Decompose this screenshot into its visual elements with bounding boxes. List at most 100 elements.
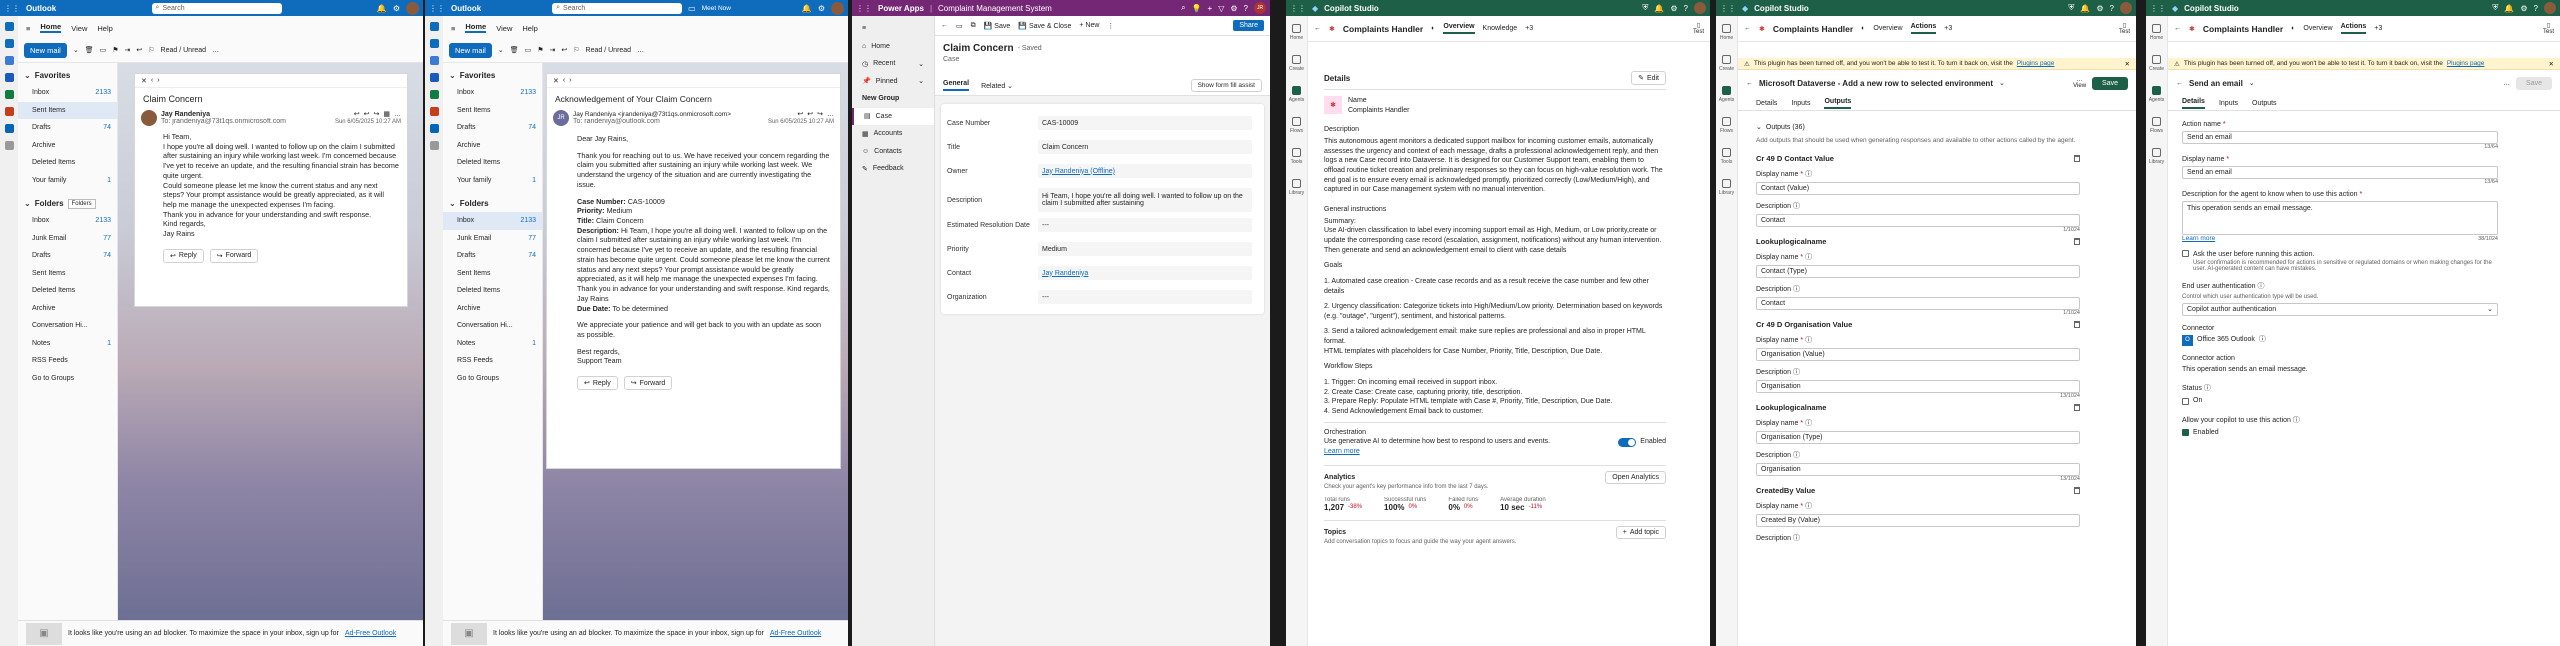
tab-overview[interactable]: Overview [2303,25,2332,32]
apps-icon[interactable]: ▦ [383,110,390,118]
tab-related[interactable]: Related ⌄ [981,82,1013,90]
shield-icon[interactable]: ⛨ [2492,3,2498,13]
mail-icon[interactable] [4,22,14,31]
powerpoint-icon[interactable] [429,107,439,116]
onedrive-icon[interactable] [429,124,439,133]
gear-icon[interactable]: ⚙ [1230,4,1237,13]
account-avatar[interactable] [1694,2,1706,14]
rules-icon[interactable]: ⚐ [148,46,154,54]
move-icon[interactable]: ⇥ [125,46,131,54]
add-icon[interactable]: + [1208,4,1213,13]
help-icon[interactable]: ? [1684,4,1688,13]
mail-icon[interactable] [429,22,439,31]
share-button[interactable]: Share [1233,20,1264,31]
sender-name[interactable]: Jay Randeniya <jrandeniya@73t1qs.onmicro… [573,111,731,118]
action-name-input[interactable]: Send an email [2182,131,2498,144]
word-icon[interactable] [429,73,439,82]
rail-agents[interactable]: Agents [1719,86,1734,103]
chevron-down-icon[interactable]: ⌄ [2249,79,2255,87]
report-icon[interactable]: ⚑ [112,46,118,54]
calendar-icon[interactable] [4,39,14,48]
shield-icon[interactable]: ⛨ [2068,3,2074,13]
tab-outputs[interactable]: Outputs [2252,100,2277,107]
rail-create[interactable]: Create [1289,55,1304,72]
folder-item[interactable]: Inbox 2133 [443,84,542,102]
folder-item[interactable]: Archive [443,300,542,318]
new-mail-button[interactable]: New mail [449,42,492,58]
add-topic-button[interactable]: + Add topic [1615,525,1666,539]
reply-all-icon[interactable]: ↩ [136,46,142,54]
account-avatar[interactable] [831,1,844,15]
close-icon[interactable]: ✕ [2549,60,2554,68]
display-name-input[interactable]: Organisation (Type) [1756,430,2080,444]
orchestration-toggle[interactable] [1618,437,1637,447]
account-avatar[interactable] [2544,2,2556,14]
ask-user-checkbox[interactable] [2182,250,2189,257]
search-box[interactable]: ⌕ Search [151,2,282,14]
popout-icon[interactable]: ⧉ [971,22,976,30]
display-name-input[interactable]: Contact (Type) [1756,264,2080,278]
outputs-header[interactable]: ⌄ Outputs (36) [1756,123,2080,133]
gear-icon[interactable]: ⚙ [2096,4,2103,13]
apps-icon[interactable] [429,141,439,150]
rail-tools[interactable]: Tools [1291,148,1302,165]
folder-item[interactable]: Your family 1 [18,172,117,190]
nav-home[interactable]: ⌂ Home [852,38,934,56]
shield-icon[interactable]: ⛨ [1642,3,1648,13]
delete-icon[interactable] [2074,486,2080,494]
folder-item[interactable]: Sent Items [18,101,117,119]
bell-icon[interactable]: 🔔 [377,4,387,13]
folder-item[interactable]: Notes 1 [443,335,542,353]
tab-general[interactable]: General [943,80,970,91]
display-name-input[interactable]: Organisation (Value) [1756,347,2080,361]
reply-icon[interactable]: ↩ [354,110,360,118]
more-icon[interactable]: ⋮ [1107,22,1114,30]
back-icon[interactable]: ← [2174,25,2181,32]
chevron-down-icon[interactable]: ⌄ [498,46,504,54]
ad-free-link[interactable]: Ad-Free Outlook [770,630,821,637]
rail-home[interactable]: Home [1720,24,1733,41]
folder-item[interactable]: Deleted Items [18,154,117,172]
excel-icon[interactable] [429,90,439,99]
app-launcher-icon[interactable]: ⋮⋮ [4,4,20,13]
filter-icon[interactable]: ▽ [1218,4,1224,13]
learn-more-link[interactable]: Learn more [1324,447,1666,457]
reply-button[interactable]: ↩ Reply [163,248,204,263]
folder-item[interactable]: Deleted Items [443,154,542,172]
folder-item[interactable]: Drafts 74 [443,119,542,137]
field-value[interactable]: Jay Randeniya (Offline) [1038,164,1252,178]
new-mail-button[interactable]: New mail [24,42,67,58]
folder-item[interactable]: RSS Feeds [443,352,542,370]
tab-knowledge[interactable]: Knowledge [1483,25,1518,32]
forward-button[interactable]: ↪ Forward [209,248,259,263]
account-avatar[interactable]: JR [1254,2,1266,14]
view-button[interactable]: … View [2073,77,2086,89]
edit-button[interactable]: ✎ Edit [1631,71,1666,85]
folder-item[interactable]: Sent Items [18,265,117,283]
report-icon[interactable]: ⚑ [537,46,543,54]
hamburger-icon[interactable]: ≡ [852,20,934,38]
favorites-header[interactable]: ⌄ Favorites [18,67,117,84]
more-icon[interactable]: … [394,111,401,118]
reply-all-icon[interactable]: ↩ [561,46,567,54]
record-icon[interactable]: ▭ [956,22,963,30]
field-value[interactable]: CAS-10009 [1038,116,1252,130]
rail-flows[interactable]: Flows [1290,117,1303,134]
forward-icon[interactable]: ↪ [817,110,823,118]
rail-library[interactable]: Library [2149,148,2164,165]
app-launcher-icon[interactable]: ⋮⋮ [856,4,872,13]
reply-all-icon[interactable]: ↩ [364,110,370,118]
save-button[interactable]: Save [2516,76,2552,90]
auth-dropdown[interactable]: Copilot author authentication ⌄ [2182,302,2498,316]
gear-icon[interactable]: ⚙ [818,4,825,13]
field-value[interactable]: Hi Team, I hope you're all doing well. I… [1038,188,1252,212]
close-icon[interactable]: ✕ [2125,60,2130,68]
field-value[interactable]: Claim Concern [1038,140,1252,154]
more-icon[interactable]: … [637,47,644,54]
read-unread-button[interactable]: Read / Unread [586,47,632,54]
rules-icon[interactable]: ⚐ [573,46,579,54]
tab-overview[interactable]: Overview [1873,25,1902,32]
open-analytics-button[interactable]: Open Analytics [1605,470,1666,484]
reply-all-icon[interactable]: ↩ [807,110,813,118]
new-button[interactable]: + New [1079,22,1099,29]
